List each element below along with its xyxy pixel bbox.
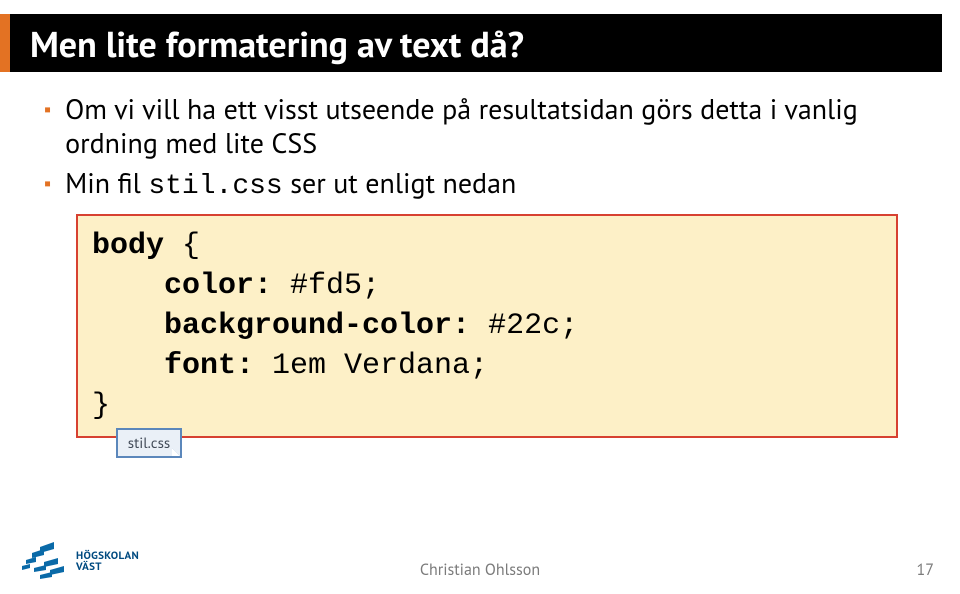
file-name-tag: stil.css — [116, 428, 182, 458]
slide-title: Men lite formatering av text då? — [30, 20, 524, 67]
title-accent — [0, 14, 10, 72]
code-text: body { color: #fd5; background-color: #2… — [92, 226, 882, 426]
inline-code: stil.css — [148, 171, 282, 202]
content-area: ▪ Om vi vill ha ett visst utseende på re… — [44, 92, 920, 438]
bullet-text-before: Min fil — [65, 164, 148, 201]
bullet-item: ▪ Min fil stil.css ser ut enligt nedan — [44, 166, 920, 204]
bullet-text: Min fil stil.css ser ut enligt nedan — [65, 166, 516, 204]
footer-page-number: 17 — [917, 560, 934, 580]
code-block: body { color: #fd5; background-color: #2… — [76, 214, 898, 438]
footer-author: Christian Ohlsson — [0, 560, 960, 580]
title-bar: Men lite formatering av text då? — [0, 14, 960, 72]
bullet-text: Om vi vill ha ett visst utseende på resu… — [65, 92, 920, 160]
bullet-item: ▪ Om vi vill ha ett visst utseende på re… — [44, 92, 920, 160]
bullet-text-after: ser ut enligt nedan — [283, 164, 517, 201]
bullet-marker-icon: ▪ — [44, 166, 51, 200]
file-name-label: stil.css — [128, 434, 170, 453]
bullet-marker-icon: ▪ — [44, 92, 51, 126]
